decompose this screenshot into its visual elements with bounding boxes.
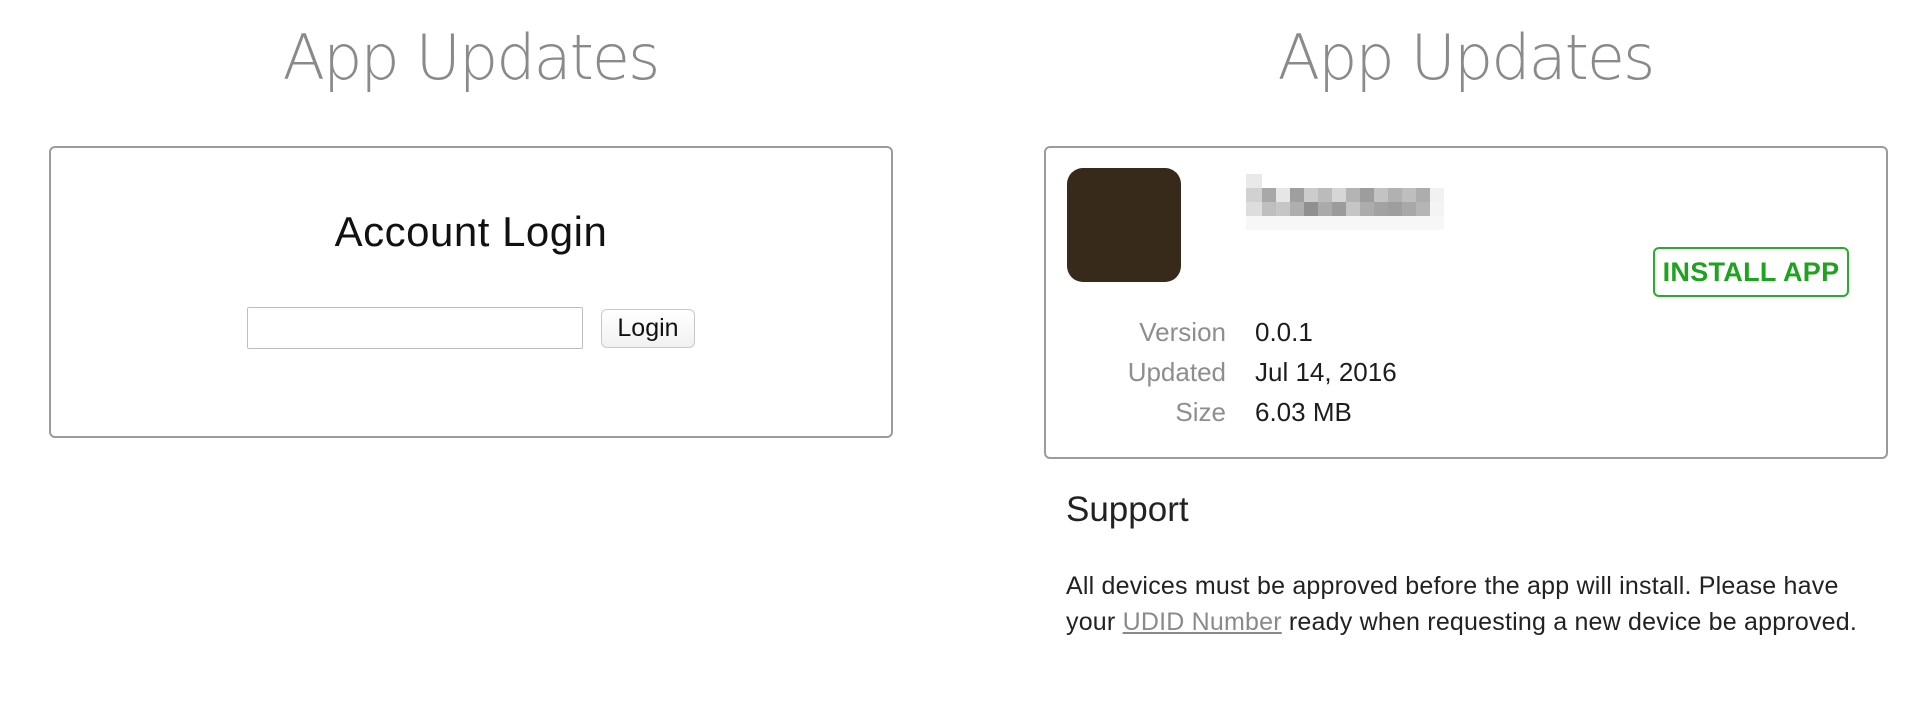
- app-icon: [1067, 168, 1181, 282]
- app-name-obscured: [1246, 174, 1444, 230]
- login-heading: Account Login: [334, 208, 608, 255]
- left-page-title: App Updates: [282, 21, 661, 94]
- login-button[interactable]: Login: [601, 309, 695, 348]
- updated-label: Updated: [1127, 357, 1226, 387]
- size-value: 6.03 MB: [1255, 397, 1352, 427]
- version-label: Version: [1139, 317, 1226, 347]
- size-label: Size: [1175, 397, 1226, 427]
- support-text: All devices must be approved before the …: [1066, 568, 1866, 640]
- udid-number-link[interactable]: UDID Number: [1123, 608, 1282, 636]
- right-page-title: App Updates: [1277, 21, 1656, 94]
- support-heading: Support: [1066, 490, 1189, 529]
- install-app-button[interactable]: INSTALL APP: [1653, 247, 1849, 297]
- support-text-end: ready when requesting a new device be ap…: [1281, 608, 1858, 636]
- login-input[interactable]: [247, 307, 583, 349]
- login-card: Account Login Login: [49, 146, 893, 438]
- updated-value: Jul 14, 2016: [1255, 357, 1397, 387]
- app-card: INSTALL APP Version 0.0.1 Updated Jul 14…: [1044, 146, 1888, 459]
- version-value: 0.0.1: [1255, 317, 1313, 347]
